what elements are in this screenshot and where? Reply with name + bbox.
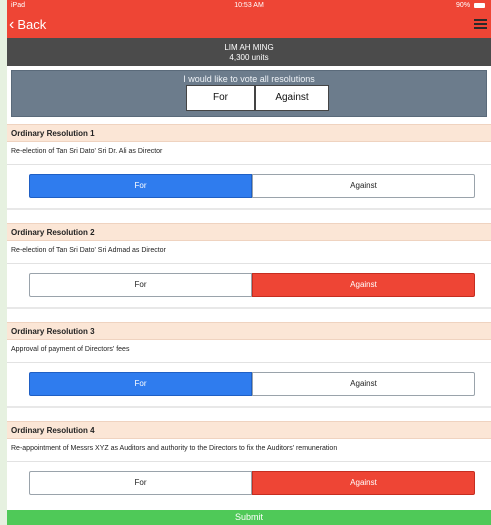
- app-frame: iPad 10:53 AM 90% ‹ Back LIM AH MING 4,30…: [7, 0, 491, 525]
- back-button[interactable]: ‹ Back: [9, 16, 46, 34]
- divider: [7, 164, 491, 165]
- battery-icon: [474, 2, 485, 8]
- resolution-for-button[interactable]: For: [29, 174, 252, 198]
- divider: [7, 362, 491, 363]
- resolution-against-button[interactable]: Against: [252, 372, 475, 396]
- resolution-title: Ordinary Resolution 3: [7, 322, 491, 340]
- user-units: 4,300 units: [229, 53, 269, 62]
- vote-all-panel: I would like to vote all resolutions For…: [11, 70, 487, 117]
- divider: [7, 307, 491, 309]
- status-bar: iPad 10:53 AM 90%: [7, 0, 491, 12]
- resolution-title: Ordinary Resolution 4: [7, 421, 491, 439]
- back-label: Back: [17, 17, 47, 32]
- divider: [7, 461, 491, 462]
- vote-all-for-button[interactable]: For: [186, 85, 255, 111]
- nav-bar: ‹ Back: [7, 12, 491, 38]
- status-time: 10:53 AM: [234, 2, 264, 9]
- vote-all-prompt: I would like to vote all resolutions: [183, 74, 315, 84]
- divider: [7, 208, 491, 210]
- submit-button[interactable]: Submit: [7, 510, 491, 525]
- menu-icon[interactable]: [474, 19, 487, 31]
- resolution-against-button[interactable]: Against: [252, 273, 475, 297]
- resolution-for-button[interactable]: For: [29, 273, 252, 297]
- resolution-against-button[interactable]: Against: [252, 174, 475, 198]
- vote-all-against-button[interactable]: Against: [255, 85, 329, 111]
- resolution-title: Ordinary Resolution 1: [7, 124, 491, 142]
- resolution-description: Re-appointment of Messrs XYZ as Auditors…: [11, 445, 338, 452]
- divider: [7, 263, 491, 264]
- resolution-description: Approval of payment of Directors' fees: [11, 346, 130, 353]
- resolution-description: Re-election of Tan Sri Dato' Sri Admad a…: [11, 247, 166, 254]
- battery-percent: 90%: [456, 2, 471, 9]
- battery-status: 90%: [456, 0, 485, 12]
- divider: [7, 406, 491, 408]
- resolution-against-button[interactable]: Against: [252, 471, 475, 495]
- resolution-description: Re-election of Tan Sri Dato' Sri Dr. Ali…: [11, 148, 163, 155]
- user-info-bar: LIM AH MING 4,300 units: [7, 38, 491, 66]
- resolution-for-button[interactable]: For: [29, 372, 252, 396]
- resolution-title: Ordinary Resolution 2: [7, 223, 491, 241]
- chevron-left-icon: ‹: [9, 16, 15, 33]
- resolution-for-button[interactable]: For: [29, 471, 252, 495]
- user-name: LIM AH MING: [224, 43, 274, 52]
